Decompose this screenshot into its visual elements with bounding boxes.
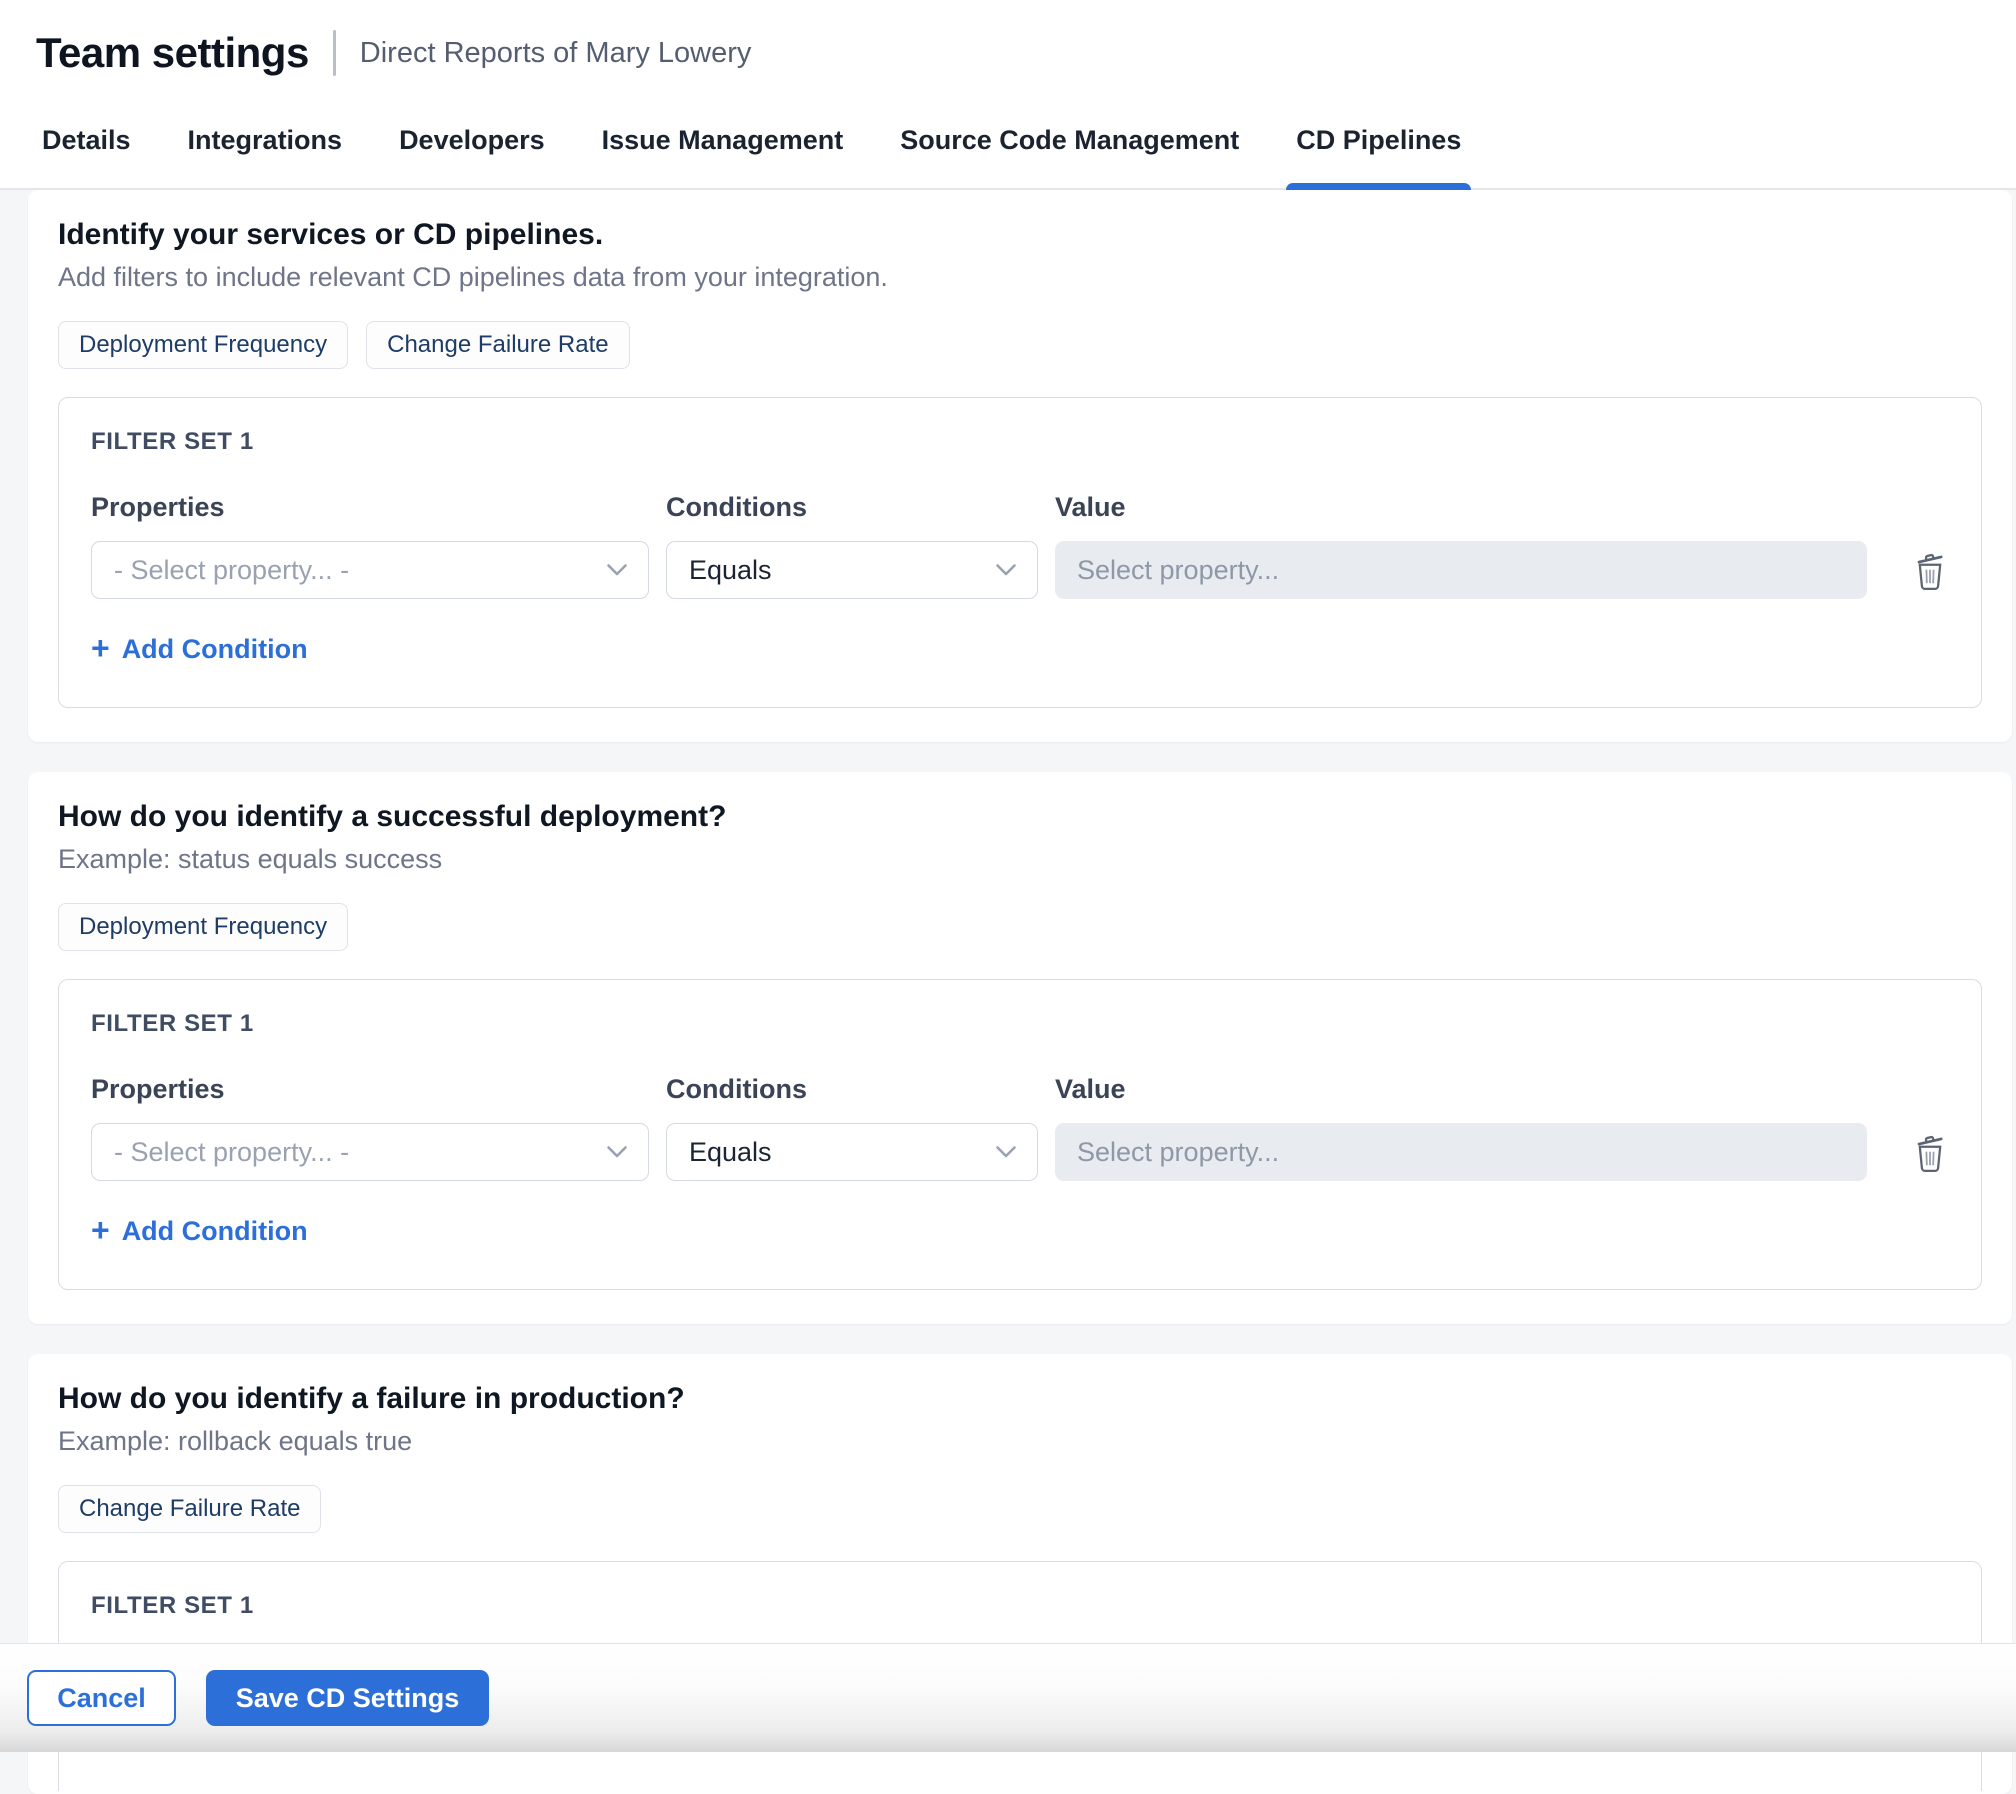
cancel-button[interactable]: Cancel — [27, 1670, 176, 1726]
add-condition-button[interactable]: + Add Condition — [91, 1215, 308, 1247]
tab-cd-pipelines[interactable]: CD Pipelines — [1296, 125, 1461, 188]
tab-issue-management[interactable]: Issue Management — [602, 125, 844, 188]
filter-column-labels: Properties Conditions Value — [91, 1074, 1949, 1105]
chip-change-failure-rate[interactable]: Change Failure Rate — [366, 321, 629, 369]
section-subheading: Example: rollback equals true — [58, 1426, 1982, 1457]
plus-icon: + — [91, 632, 110, 664]
filter-set-card: FILTER SET 1 Properties Conditions Value… — [58, 979, 1982, 1290]
chip-deployment-frequency[interactable]: Deployment Frequency — [58, 903, 348, 951]
conditions-label: Conditions — [666, 1074, 1038, 1105]
chevron-down-icon — [995, 563, 1017, 577]
delete-filter-button[interactable] — [1910, 1130, 1950, 1174]
page-header: Team settings Direct Reports of Mary Low… — [0, 0, 2016, 92]
trash-icon — [1912, 549, 1948, 591]
add-condition-label: Add Condition — [122, 634, 308, 665]
property-select-placeholder: - Select property... - — [114, 1137, 349, 1168]
metric-chips: Change Failure Rate — [58, 1485, 1982, 1533]
chevron-down-icon — [606, 1145, 628, 1159]
chip-change-failure-rate[interactable]: Change Failure Rate — [58, 1485, 321, 1533]
metric-chips: Deployment Frequency — [58, 903, 1982, 951]
save-cd-settings-button[interactable]: Save CD Settings — [206, 1670, 489, 1726]
value-input[interactable] — [1055, 541, 1867, 599]
section-subheading: Example: status equals success — [58, 844, 1982, 875]
properties-label: Properties — [91, 492, 649, 523]
metric-chips: Deployment Frequency Change Failure Rate — [58, 321, 1982, 369]
chevron-down-icon — [606, 563, 628, 577]
chip-deployment-frequency[interactable]: Deployment Frequency — [58, 321, 348, 369]
value-label: Value — [1055, 1074, 1867, 1105]
page-subtitle: Direct Reports of Mary Lowery — [360, 37, 752, 70]
plus-icon: + — [91, 1214, 110, 1246]
properties-label: Properties — [91, 1074, 649, 1105]
condition-select[interactable]: Equals — [666, 541, 1038, 599]
section-card-successful-deployment: How do you identify a successful deploym… — [28, 772, 2012, 1324]
condition-select[interactable]: Equals — [666, 1123, 1038, 1181]
title-divider — [333, 30, 336, 76]
cd-pipelines-panel: Identify your services or CD pipelines. … — [0, 190, 2016, 1794]
property-select[interactable]: - Select property... - — [91, 1123, 649, 1181]
section-subheading: Add filters to include relevant CD pipel… — [58, 262, 1982, 293]
condition-select-value: Equals — [689, 1137, 772, 1168]
footer-action-bar: Cancel Save CD Settings — [0, 1643, 2016, 1752]
property-select[interactable]: - Select property... - — [91, 541, 649, 599]
section-heading: How do you identify a successful deploym… — [58, 800, 1982, 834]
delete-filter-button[interactable] — [1910, 548, 1950, 592]
value-label: Value — [1055, 492, 1867, 523]
condition-select-value: Equals — [689, 555, 772, 586]
section-heading: Identify your services or CD pipelines. — [58, 218, 1982, 252]
tab-integrations[interactable]: Integrations — [188, 125, 343, 188]
value-input[interactable] — [1055, 1123, 1867, 1181]
filter-set-title: FILTER SET 1 — [91, 1010, 1949, 1038]
trash-icon — [1912, 1131, 1948, 1173]
filter-condition-row: - Select property... - Equals — [91, 1123, 1949, 1181]
add-condition-label: Add Condition — [122, 1216, 308, 1247]
property-select-placeholder: - Select property... - — [114, 555, 349, 586]
filter-column-labels: Properties Conditions Value — [91, 492, 1949, 523]
tab-developers[interactable]: Developers — [399, 125, 545, 188]
filter-set-title: FILTER SET 1 — [91, 428, 1949, 456]
page-title: Team settings — [36, 29, 309, 77]
filter-set-card: FILTER SET 1 Properties Conditions Value… — [58, 397, 1982, 708]
tab-details[interactable]: Details — [42, 125, 131, 188]
chevron-down-icon — [995, 1145, 1017, 1159]
filter-set-title: FILTER SET 1 — [91, 1592, 1949, 1620]
settings-tabbar: Details Integrations Developers Issue Ma… — [0, 92, 2016, 190]
section-card-identify-services: Identify your services or CD pipelines. … — [28, 190, 2012, 742]
filter-condition-row: - Select property... - Equals — [91, 541, 1949, 599]
add-condition-button[interactable]: + Add Condition — [91, 633, 308, 665]
conditions-label: Conditions — [666, 492, 1038, 523]
section-heading: How do you identify a failure in product… — [58, 1382, 1982, 1416]
tab-source-code-management[interactable]: Source Code Management — [900, 125, 1239, 188]
